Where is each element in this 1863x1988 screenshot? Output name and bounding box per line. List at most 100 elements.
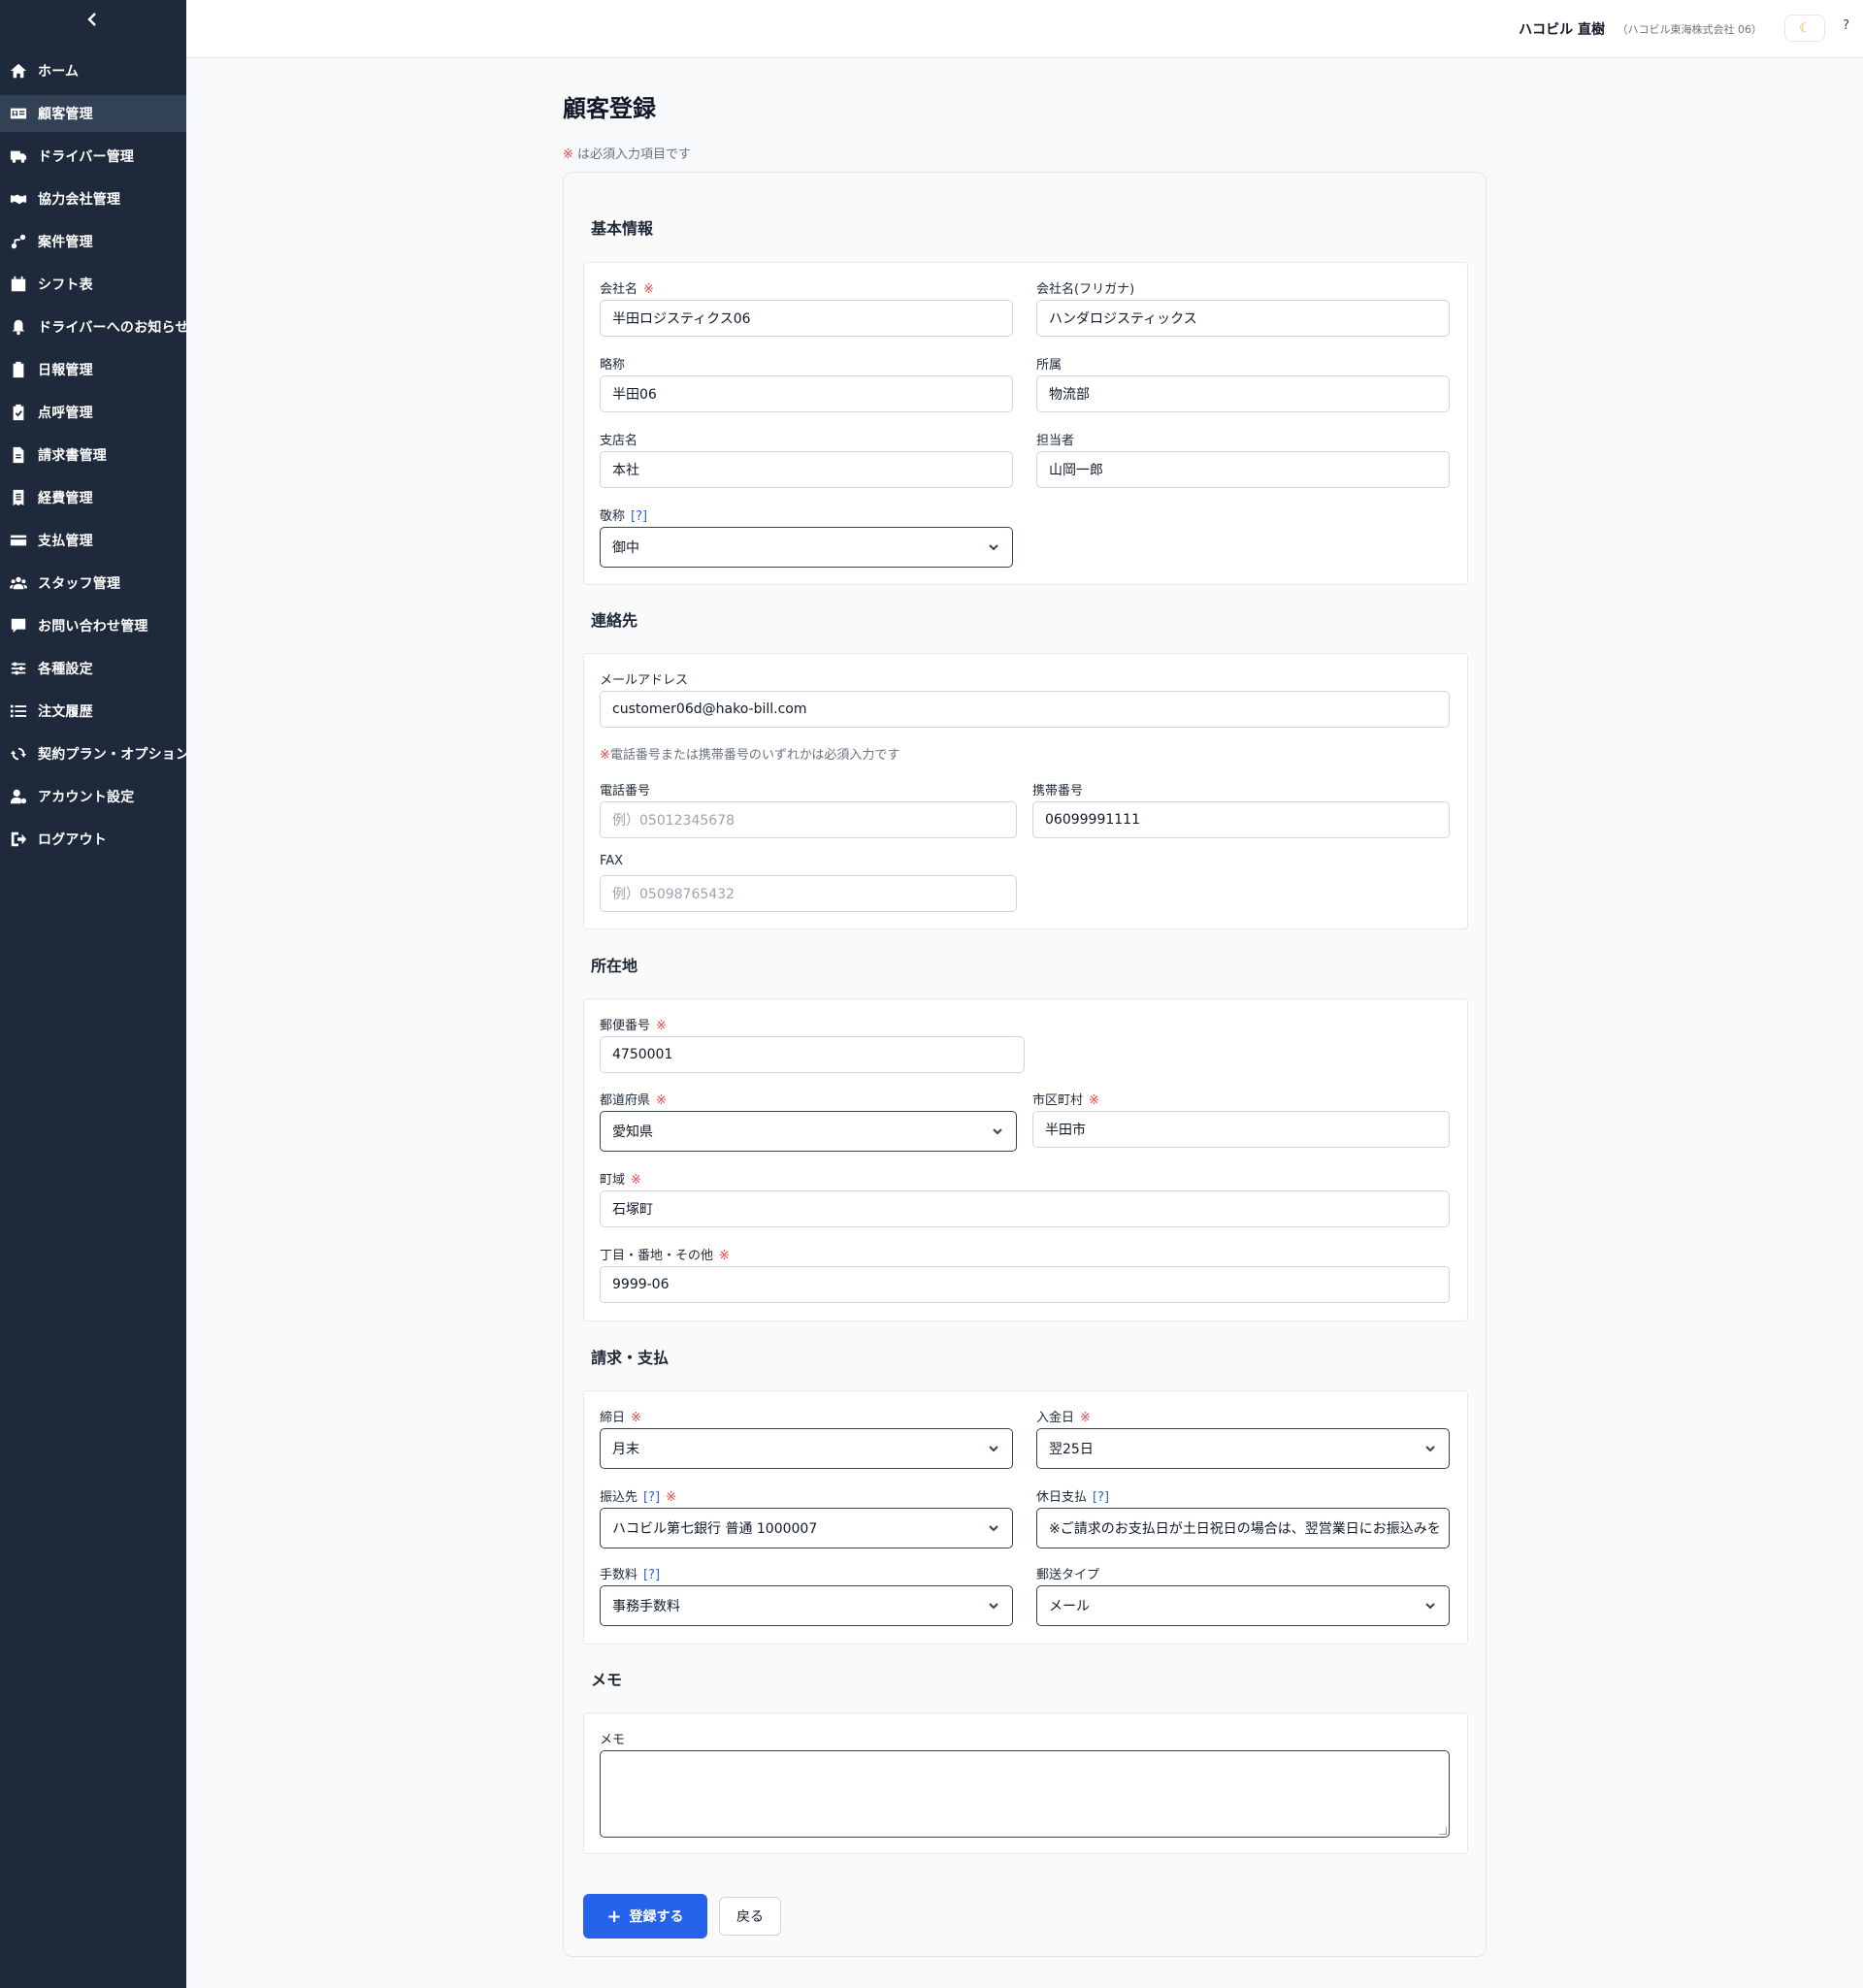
company-name-input[interactable]: 半田ロジスティクス06 [600,300,1013,337]
fee-help[interactable]: [?] [643,1568,660,1582]
theme-toggle-button[interactable]: ☾ [1784,15,1825,42]
sidebar-item-label: 協力会社管理 [38,192,121,208]
chevron-down-icon [987,540,1000,554]
chevron-down-icon [991,1124,1004,1138]
city-input[interactable]: 半田市 [1032,1111,1450,1148]
address-panel: 郵便番号 ※ 4750001 都道府県 ※ 愛知県 市区町村 ※ 半田市 町域 ※ 石塚… [583,998,1468,1321]
sidebar-item-label: ドライバー管理 [38,149,135,165]
back-button[interactable]: 戻る [719,1897,781,1936]
honorific-select[interactable]: 御中 [600,527,1013,568]
sidebar-item-inquiries[interactable]: お問い合わせ管理 [0,607,186,644]
sidebar-item-payments[interactable]: 支払管理 [0,522,186,559]
sidebar-item-customers[interactable]: 顧客管理 [0,95,186,132]
closing-day-select[interactable]: 月末 [600,1428,1013,1469]
logout-icon [8,829,29,850]
holiday-payment-help[interactable]: [?] [1093,1490,1109,1505]
department-label: 所属 [1036,358,1062,373]
sidebar-item-shifts[interactable]: シフト表 [0,266,186,303]
register-button[interactable]: + 登録する [583,1894,707,1939]
chevron-left-icon[interactable] [83,8,103,31]
chat-icon [8,615,29,636]
sidebar-item-plans[interactable]: 契約プラン・オプション [0,735,186,772]
section-title-contact: 連絡先 [591,611,638,630]
fee-select[interactable]: 事務手数料 [600,1585,1013,1626]
bank-help[interactable]: [?] [643,1490,660,1505]
prefecture-select[interactable]: 愛知県 [600,1111,1017,1152]
sidebar-item-label: ドライバーへのお知らせ [38,320,186,336]
bell-icon [8,316,29,338]
prefecture-label: 都道府県 ※ [600,1093,667,1108]
fax-input[interactable]: 例）05098765432 [600,875,1017,912]
sidebar-item-invoices[interactable]: 請求書管理 [0,437,186,473]
sidebar-item-label: 日報管理 [38,363,93,378]
sidebar-item-order-history[interactable]: 注文履歴 [0,693,186,730]
sliders-icon [8,658,29,679]
short-name-input[interactable]: 半田06 [600,375,1013,412]
section-title-memo: メモ [591,1671,623,1689]
memo-textarea[interactable] [600,1750,1450,1838]
sidebar-item-logout[interactable]: ログアウト [0,821,186,858]
chevron-down-icon [1423,1442,1437,1455]
home-icon [8,60,29,81]
bank-select[interactable]: ハコビル第七銀行 普通 1000007 [600,1508,1013,1548]
user-name: ハコビル 直樹 [1519,22,1605,38]
department-input[interactable]: 物流部 [1036,375,1450,412]
sidebar: ホーム 顧客管理 ドライバー管理 協力会社管理 案件管理 シフト表 ドライバーへ… [0,0,186,1988]
holiday-payment-input[interactable]: ※ご請求のお支払日が土日祝日の場合は、翌営業日にお振込みを [1036,1508,1450,1548]
company-name-label: 会社名 ※ [600,282,654,297]
sidebar-item-label: スタッフ管理 [38,576,121,592]
phone-label: 電話番号 [600,784,651,798]
sidebar-item-label: 顧客管理 [38,107,93,122]
sidebar-item-daily-reports[interactable]: 日報管理 [0,351,186,388]
sidebar-item-drivers[interactable]: ドライバー管理 [0,138,186,175]
sidebar-item-staff[interactable]: スタッフ管理 [0,565,186,602]
chevron-down-icon [987,1599,1000,1613]
street-input[interactable]: 9999-06 [600,1266,1450,1303]
help-button[interactable]: ? [1843,18,1849,33]
sidebar-item-account[interactable]: アカウント設定 [0,778,186,815]
phone-required-note: ※電話番号または携帯番号のいずれかは必須入力です [600,748,900,763]
chevron-down-icon [987,1442,1000,1455]
sidebar-item-partners[interactable]: 協力会社管理 [0,180,186,217]
phone-input[interactable]: 例）05012345678 [600,801,1017,838]
chevron-down-icon [1423,1599,1437,1613]
email-input[interactable]: customer06d@hako-bill.com [600,691,1450,728]
sidebar-item-settings[interactable]: 各種設定 [0,650,186,687]
sidebar-item-label: ホーム [38,64,80,80]
honorific-help[interactable]: [?] [631,509,647,524]
mobile-input[interactable]: 06099991111 [1032,801,1450,838]
credit-card-icon [8,530,29,551]
postal-input[interactable]: 4750001 [600,1036,1025,1073]
receipt-icon [8,487,29,508]
top-bar: ハコビル 直樹 （ハコビル東海株式会社 06） ☾ ? [186,0,1863,58]
sidebar-item-home[interactable]: ホーム [0,52,186,89]
company-kana-input[interactable]: ハンダロジスティックス [1036,300,1450,337]
town-input[interactable]: 石塚町 [600,1190,1450,1227]
contact-person-input[interactable]: 山岡一郎 [1036,451,1450,488]
sidebar-item-label: お問い合わせ管理 [38,619,148,635]
sidebar-item-label: 経費管理 [38,491,93,506]
sidebar-item-notices[interactable]: ドライバーへのお知らせ [0,309,186,345]
sidebar-item-expenses[interactable]: 経費管理 [0,479,186,516]
page-title: 顧客登録 [563,95,656,122]
sidebar-item-projects[interactable]: 案件管理 [0,223,186,260]
payment-day-select[interactable]: 翌25日 [1036,1428,1450,1469]
billing-panel: 締日 ※ 月末 入金日 ※ 翌25日 振込先 [?] ※ ハコビル第七銀行 普通 100… [583,1390,1468,1645]
mobile-label: 携帯番号 [1032,784,1084,798]
refresh-icon [8,743,29,765]
section-title-billing: 請求・支払 [591,1349,670,1367]
user-gear-icon [8,786,29,807]
fax-label: FAX [600,854,624,868]
contact-person-label: 担当者 [1036,434,1075,448]
customer-form: 基本情報 会社名 ※ 半田ロジスティクス06 会社名(フリガナ) ハンダロジスティ… [563,172,1487,1957]
branch-input[interactable]: 本社 [600,451,1013,488]
clipboard-check-icon [8,402,29,423]
calendar-icon [8,274,29,295]
sidebar-item-label: アカウント設定 [38,790,135,805]
holiday-payment-label: 休日支払 [?] [1036,1490,1110,1505]
city-label: 市区町村 ※ [1032,1093,1099,1108]
resize-handle-icon[interactable] [1439,1827,1447,1835]
sidebar-item-label: 各種設定 [38,662,93,677]
sidebar-item-roll-call[interactable]: 点呼管理 [0,394,186,431]
mail-type-select[interactable]: メール [1036,1585,1450,1626]
